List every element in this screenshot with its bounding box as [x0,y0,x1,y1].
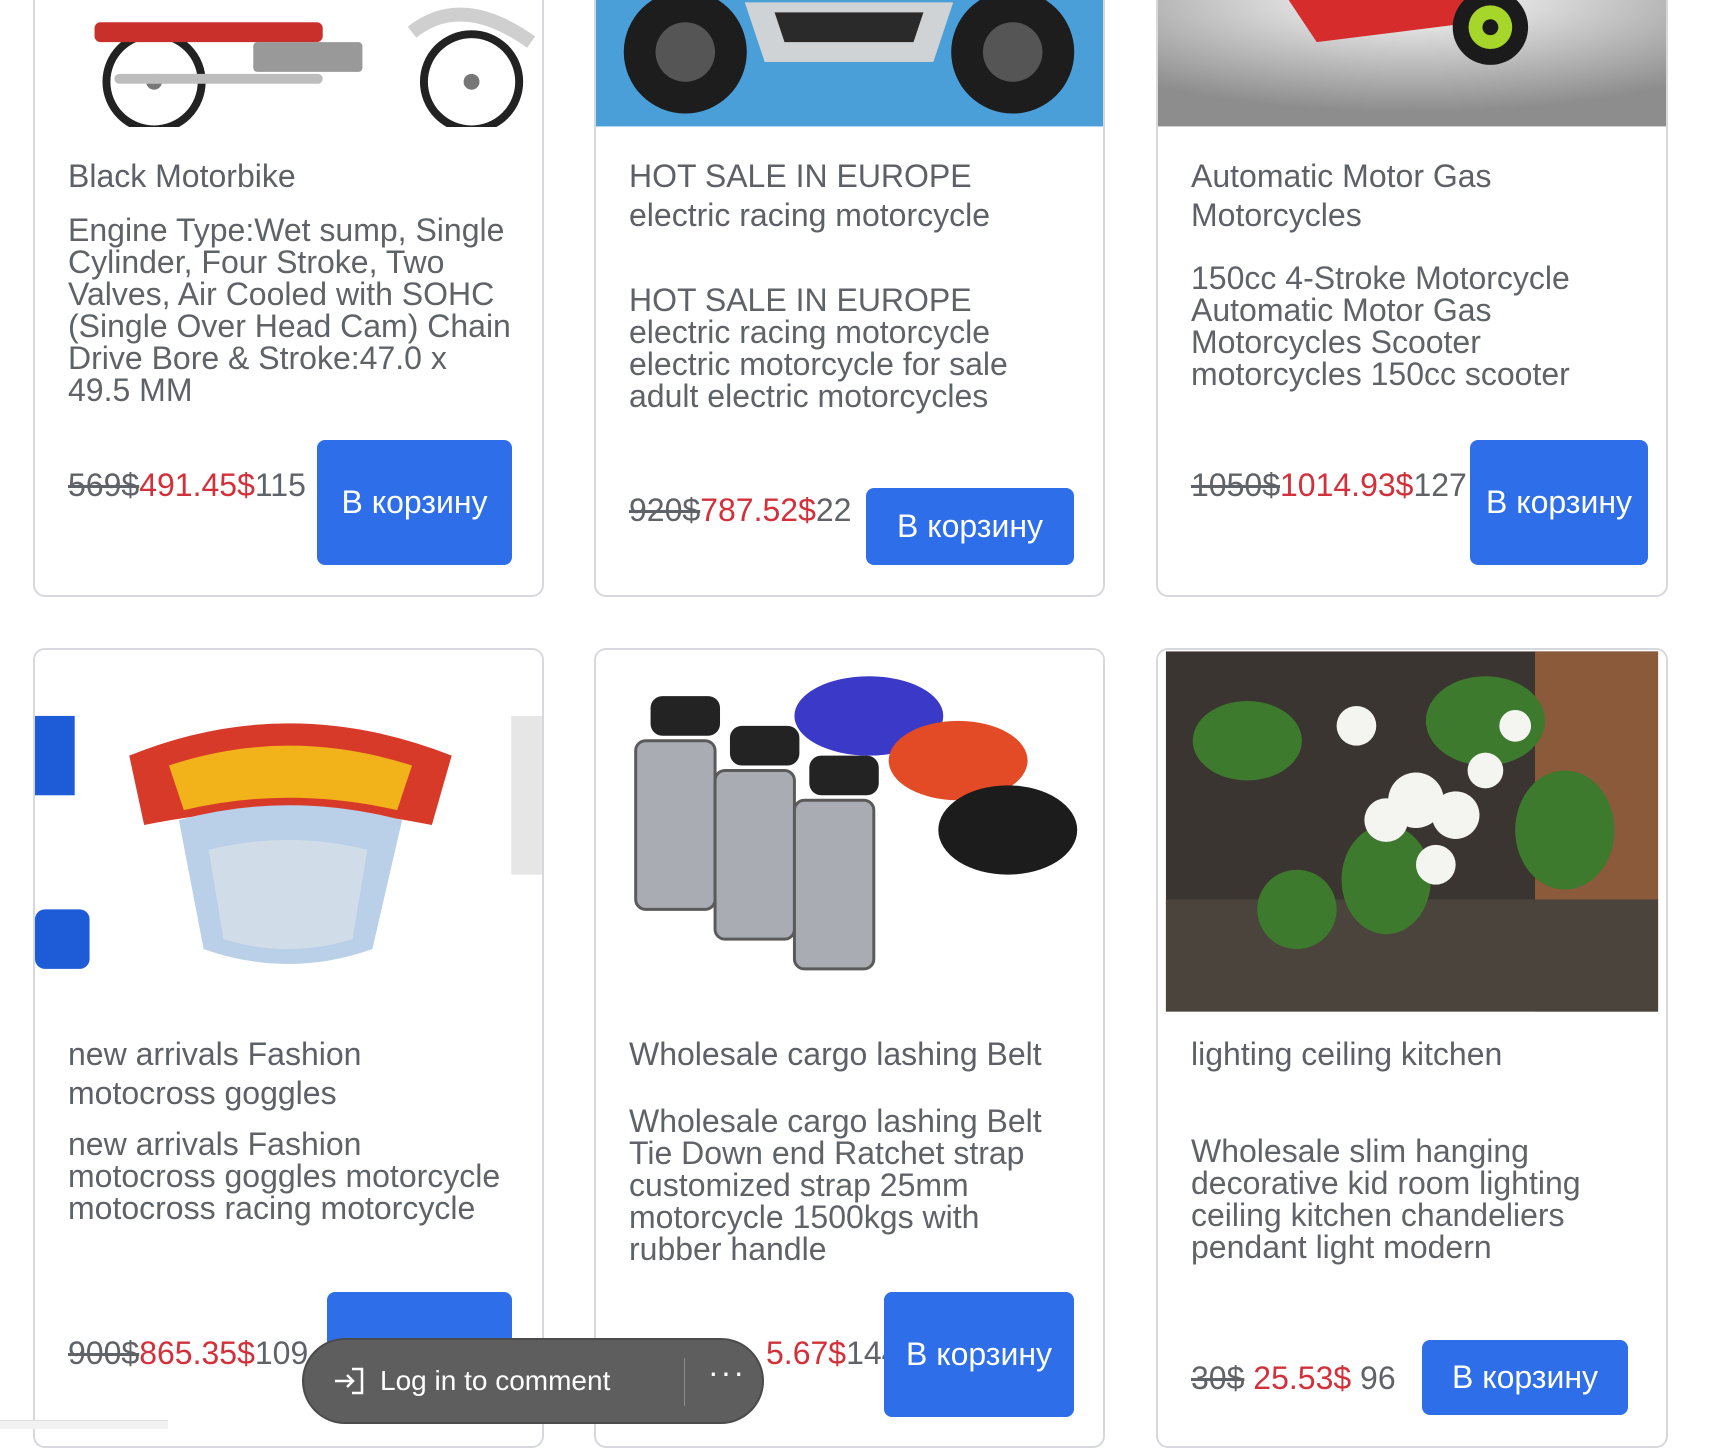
product-description: Wholesale slim hanging decorative kid ro… [1191,1133,1581,1265]
old-price: 900$ [68,1335,140,1371]
more-options-icon[interactable]: ··· [708,1354,746,1391]
price-row: 900$865.35$109 [68,1335,308,1372]
product-image[interactable] [596,0,1103,127]
product-title[interactable]: HOT SALE IN EUROPE electric racing motor… [629,157,1073,235]
sale-price: 787.52$ [700,492,816,528]
stock-count: 96 [1360,1360,1396,1396]
add-to-cart-button[interactable]: В корзину [866,488,1074,565]
product-card: lighting ceiling kitchen Wholesale slim … [1156,648,1668,1448]
product-title[interactable]: Automatic Motor Gas Motorcycles [1191,157,1636,235]
product-description: Wholesale cargo lashing Belt Tie Down en… [629,1103,1042,1267]
login-to-comment-label: Log in to comment [380,1365,611,1396]
stock-count: 109 [254,1335,309,1371]
comment-bar: Log in to comment ··· [302,1338,764,1424]
old-price: 1050$ [1191,467,1280,503]
product-image[interactable] [1158,0,1666,127]
sale-price: 865.35$ [139,1335,255,1371]
add-to-cart-button[interactable]: В корзину [1470,440,1648,565]
product-card: new arrivals Fashion motocross goggles n… [33,648,544,1448]
product-image[interactable] [596,650,1103,1013]
sale-price: 1014.93$ [1279,467,1414,503]
product-image[interactable] [35,0,542,127]
product-description: Engine Type:Wet sump, Single Cylinder, F… [68,212,511,408]
product-title[interactable]: new arrivals Fashion motocross goggles [68,1035,512,1113]
product-title[interactable]: Black Motorbike [68,157,512,196]
login-to-comment-button[interactable]: Log in to comment [332,1365,610,1397]
stock-count: 22 [815,492,852,528]
sale-price: 491.45$ [139,467,255,503]
add-to-cart-button[interactable]: В корзину [884,1292,1074,1417]
product-card: Black Motorbike Engine Type:Wet sump, Si… [33,0,544,597]
old-price: 920$ [629,492,701,528]
product-description: new arrivals Fashion motocross goggles m… [68,1126,501,1226]
price-row: 30$ 25.53$ 96 [1191,1360,1396,1397]
add-to-cart-button[interactable]: В корзину [1422,1340,1628,1415]
old-price: 569$ [68,467,140,503]
product-image[interactable] [35,650,542,1013]
stock-count: 127 [1413,467,1467,503]
sale-price: 5.67$ [766,1335,847,1371]
product-description: 150cc 4-Stroke Motorcycle Automatic Moto… [1191,260,1570,392]
add-to-cart-button[interactable]: В корзину [317,440,512,565]
sale-price: 25.53$ [1253,1360,1352,1396]
stock-count: 115 [254,467,306,503]
product-title[interactable]: Wholesale cargo lashing Belt [629,1035,1073,1074]
product-image[interactable] [1158,650,1666,1013]
price-row: 920$787.52$22 [629,492,851,529]
price-row: 5.67$144 [766,1335,899,1372]
product-title[interactable]: lighting ceiling kitchen [1191,1035,1636,1074]
product-card: HOT SALE IN EUROPE electric racing motor… [594,0,1105,597]
price-row: 1050$1014.93$127 [1191,467,1467,504]
product-card: Automatic Motor Gas Motorcycles 150cc 4-… [1156,0,1668,597]
product-description: HOT SALE IN EUROPE electric racing motor… [629,282,1008,414]
product-card: Wholesale cargo lashing Belt Wholesale c… [594,648,1105,1448]
login-icon [335,1367,364,1395]
price-row: 569$491.45$115 [68,467,306,504]
comment-bar-divider [684,1358,685,1406]
old-price: 30$ [1191,1360,1245,1396]
